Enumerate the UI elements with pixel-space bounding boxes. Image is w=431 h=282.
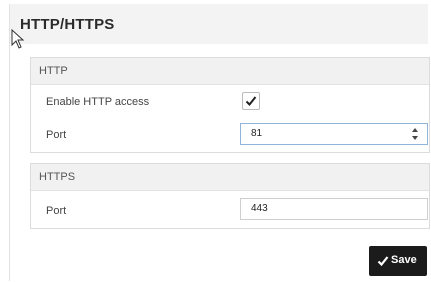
https-section-title: HTTPS: [31, 164, 429, 191]
enable-http-checkbox[interactable]: [242, 92, 260, 110]
https-port-row: Port 443: [31, 194, 429, 224]
enable-http-label: Enable HTTP access: [46, 96, 150, 108]
https-port-value: 443: [251, 203, 268, 214]
http-https-panel: HTTP/HTTPS HTTP Enable HTTP access Port …: [9, 4, 430, 281]
spinner-arrows-icon[interactable]: [411, 127, 419, 141]
http-port-input[interactable]: 81: [240, 123, 428, 145]
save-button[interactable]: Save: [369, 246, 427, 276]
http-port-value: 81: [251, 128, 263, 139]
checkmark-icon: [245, 96, 257, 106]
save-button-label: Save: [391, 254, 417, 266]
enable-http-row: Enable HTTP access: [31, 87, 429, 117]
https-section: HTTPS Port 443: [30, 163, 430, 229]
https-port-input[interactable]: 443: [240, 198, 428, 220]
checkmark-icon: [377, 256, 389, 267]
http-port-row: Port 81: [31, 119, 429, 149]
panel-header: HTTP/HTTPS: [10, 4, 428, 44]
https-port-label: Port: [46, 205, 67, 217]
mouse-pointer-icon: [11, 29, 25, 49]
page-title: HTTP/HTTPS: [20, 16, 115, 33]
http-section-title: HTTP: [31, 58, 429, 85]
http-port-label: Port: [46, 129, 67, 141]
http-section: HTTP Enable HTTP access Port 81: [30, 57, 430, 153]
